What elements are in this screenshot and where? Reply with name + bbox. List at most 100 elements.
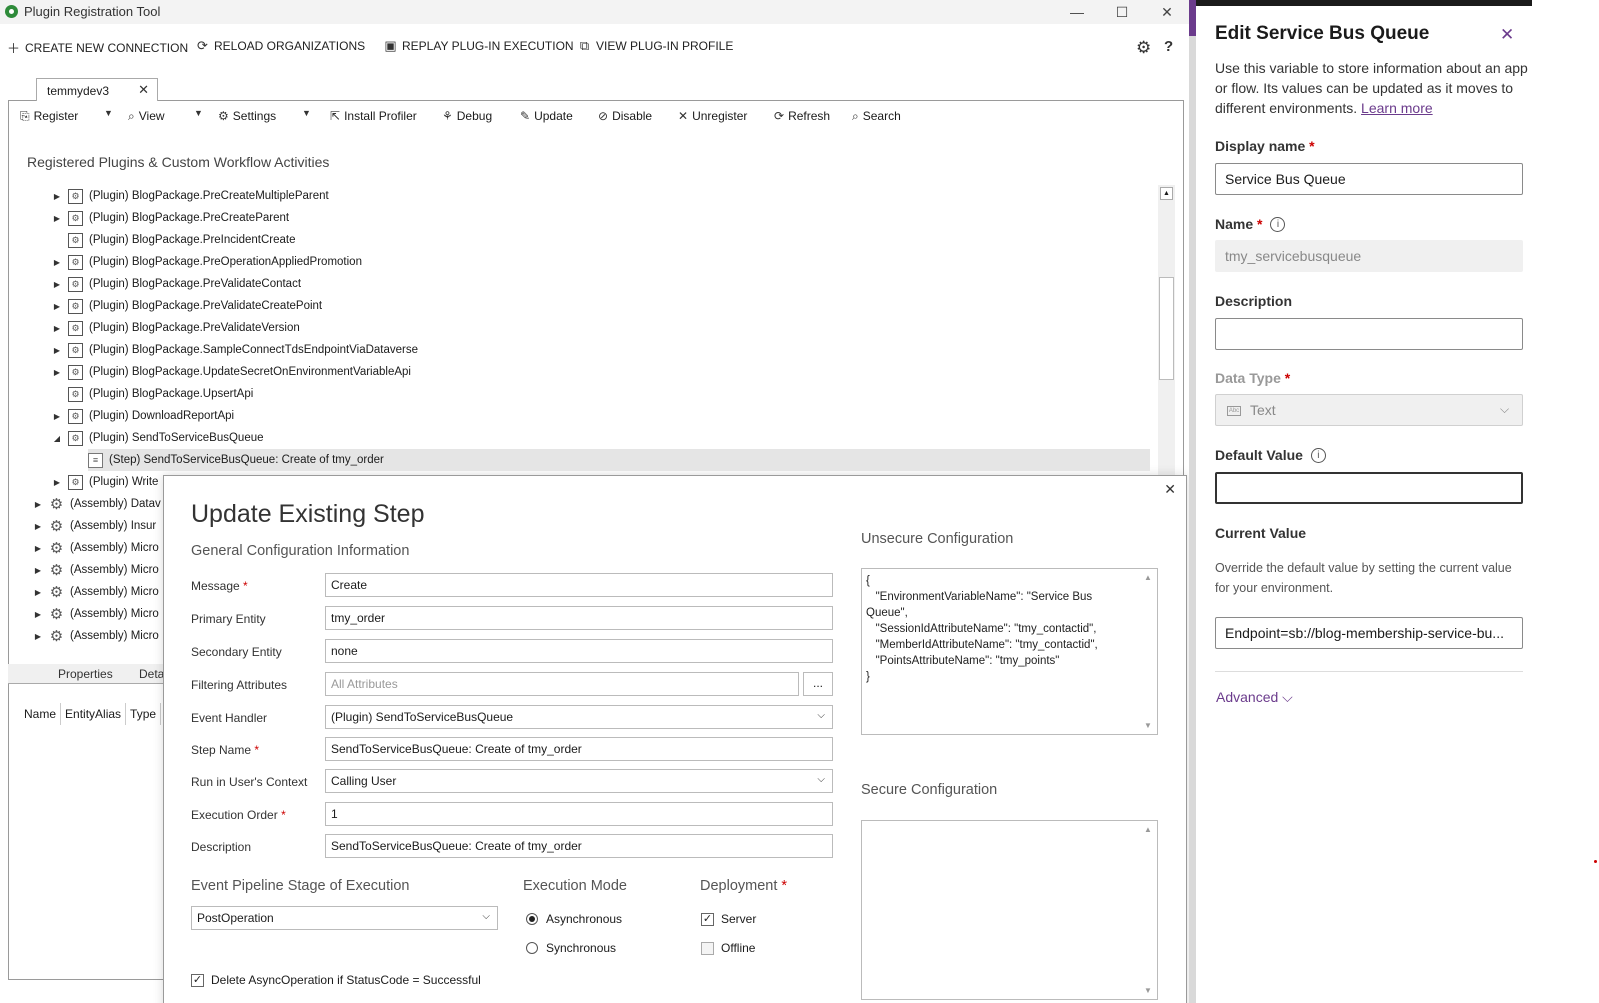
expand-icon[interactable]: ▶ [33,588,43,597]
delete-async-checkbox[interactable]: ✓ Delete AsyncOperation if StatusCode = … [191,973,481,987]
expand-icon[interactable]: ▶ [33,610,43,619]
execution-order-field[interactable]: 1 [325,802,833,826]
filtering-attributes-button[interactable]: ... [803,672,833,696]
scroll-up-icon[interactable]: ▲ [1144,825,1152,834]
column-entityalias[interactable]: EntityAlias [61,703,127,725]
expand-icon[interactable]: ▶ [52,346,62,355]
expand-icon[interactable]: ▶ [52,368,62,377]
advanced-toggle[interactable]: Advanced ⌵ [1216,689,1293,706]
radio-synchronous[interactable]: Synchronous [526,941,616,955]
unregister-button[interactable]: ✕ Unregister [678,106,747,126]
display-name-input[interactable]: Service Bus Queue [1215,163,1523,195]
step-name-field[interactable]: SendToServiceBusQueue: Create of tmy_ord… [325,737,833,761]
view-dropdown-icon[interactable]: ▼ [194,108,203,118]
expand-icon[interactable]: ▶ [52,214,62,223]
learn-more-link[interactable]: Learn more [1361,100,1433,116]
unsecure-config-textarea[interactable]: { "EnvironmentVariableName": "Service Bu… [861,568,1158,735]
maximize-button[interactable]: ☐ [1111,2,1133,22]
primary-entity-field[interactable]: tmy_order [325,606,833,630]
create-connection-button[interactable]: ＋ CREATE NEW CONNECTION [7,38,188,57]
secure-config-textarea[interactable]: ▲ ▼ [861,820,1158,1000]
expand-icon[interactable]: ▶ [33,522,43,531]
tree-plugin-row[interactable]: ⚙ (Plugin) BlogPackage.PreIncidentCreate [52,229,295,251]
scroll-down-icon[interactable]: ▼ [1144,721,1152,730]
tree-plugin-row[interactable]: ▶ ⚙ (Plugin) BlogPackage.UpdateSecretOnEnv… [52,361,411,383]
tree-plugin-row[interactable]: ▶ ⚙ (Plugin) BlogPackage.PreValidateVersio… [52,317,300,339]
close-icon[interactable]: ✕ [1500,25,1514,45]
description-input[interactable] [1215,318,1523,350]
tree-plugin-row[interactable]: ⚙ (Plugin) BlogPackage.UpsertApi [52,383,253,405]
expand-icon[interactable]: ▶ [52,324,62,333]
tree-step-row[interactable]: ≡ (Step) SendToServiceBusQueue: Create of… [88,449,1150,471]
tree-plugin-row[interactable]: ▶ ⚙ (Plugin) DownloadReportApi [52,405,234,427]
settings-button[interactable]: ⚙ Settings [218,106,276,126]
scroll-down-icon[interactable]: ▼ [1144,986,1152,995]
info-icon[interactable]: i [1310,448,1326,463]
column-type[interactable]: Type [126,703,162,725]
pipeline-stage-select[interactable]: PostOperation ⌵ [191,906,498,930]
default-value-input[interactable] [1215,472,1523,504]
secure-config-scrollbar[interactable]: ▲ ▼ [1140,821,1157,999]
expand-icon[interactable]: ▶ [52,302,62,311]
expand-icon[interactable]: ▶ [33,566,43,575]
search-button[interactable]: ⌕ Search [852,106,901,126]
register-button[interactable]: ⎘ Register [20,106,78,126]
expand-icon[interactable]: ▶ [52,192,62,201]
replay-execution-button[interactable]: ▣ REPLAY PLUG-IN EXECUTION [384,38,573,54]
column-name[interactable]: Name [20,703,62,725]
filtering-attributes-field[interactable]: All Attributes [325,672,799,696]
expand-icon[interactable]: ▶ [52,478,62,487]
help-icon[interactable]: ? [1164,38,1173,55]
debug-button[interactable]: ⚘ Debug [442,106,492,126]
tab-details[interactable]: Deta [139,667,164,681]
scroll-up-icon[interactable]: ▲ [1160,187,1173,200]
info-icon[interactable]: i [1270,217,1286,232]
disable-button[interactable]: ⊘ Disable [598,106,652,126]
minimize-button[interactable]: — [1066,2,1088,22]
tree-plugin-row[interactable]: ▶ ⚙ (Plugin) BlogPackage.PreOperationAppli… [52,251,362,273]
view-button[interactable]: ⌕ View [128,106,165,126]
expand-icon[interactable]: ▶ [33,632,43,641]
event-handler-select[interactable]: (Plugin) SendToServiceBusQueue ⌵ [325,705,833,729]
radio-asynchronous[interactable]: Asynchronous [526,912,622,926]
tree-plugin-row[interactable]: ▶ ⚙ (Plugin) BlogPackage.PreCreateMultiple… [52,185,329,207]
secondary-entity-field[interactable]: none [325,639,833,663]
current-value-input[interactable]: Endpoint=sb://blog-membership-service-bu… [1215,617,1523,649]
expand-icon[interactable]: ▶ [52,280,62,289]
reload-organizations-button[interactable]: ⟳ RELOAD ORGANIZATIONS [196,38,365,54]
tab-properties[interactable]: Properties [58,667,113,681]
server-checkbox[interactable]: ✓ Server [701,912,756,926]
tree-assembly-row[interactable]: ▶ ⚙ (Assembly) Micro [33,559,159,581]
close-icon[interactable]: ✕ [138,82,149,98]
tree-plugin-row[interactable]: ▶ ⚙ (Plugin) BlogPackage.SampleConnectTdsE… [52,339,418,361]
tree-assembly-row[interactable]: ▶ ⚙ (Assembly) Micro [33,581,159,603]
expand-icon[interactable]: ▶ [52,258,62,267]
close-window-button[interactable]: ✕ [1156,2,1178,22]
refresh-button[interactable]: ⟳ Refresh [774,106,830,126]
scroll-up-icon[interactable]: ▲ [1144,573,1152,582]
collapse-icon[interactable]: ◢ [52,434,62,443]
offline-checkbox[interactable]: Offline [701,941,755,955]
tab-temmydev3[interactable]: temmydev3 ✕ [36,78,158,101]
tree-plugin-row[interactable]: ▶ ⚙ (Plugin) BlogPackage.PreCreateParent [52,207,289,229]
tree-plugin-row[interactable]: ▶ ⚙ (Plugin) Write [52,471,158,493]
unsecure-config-scrollbar[interactable]: ▲ ▼ [1140,569,1157,734]
update-button[interactable]: ✎ Update [520,106,573,126]
dialog-close-icon[interactable]: ✕ [1164,481,1176,498]
scrollbar-thumb[interactable] [1159,277,1174,380]
description-field[interactable]: SendToServiceBusQueue: Create of tmy_ord… [325,834,833,858]
expand-icon[interactable]: ▶ [33,544,43,553]
tree-assembly-row[interactable]: ▶ ⚙ (Assembly) Micro [33,537,159,559]
tree-plugin-row[interactable]: ▶ ⚙ (Plugin) BlogPackage.PreValidateCreate… [52,295,322,317]
expand-icon[interactable]: ▶ [33,500,43,509]
expand-icon[interactable]: ▶ [52,412,62,421]
tree-plugin-row[interactable]: ◢ ⚙ (Plugin) SendToServiceBusQueue [52,427,264,449]
run-context-select[interactable]: Calling User ⌵ [325,769,833,793]
settings-dropdown-icon[interactable]: ▼ [302,108,311,118]
tree-assembly-row[interactable]: ▶ ⚙ (Assembly) Micro [33,625,159,647]
tree-assembly-row[interactable]: ▶ ⚙ (Assembly) Micro [33,603,159,625]
install-profiler-button[interactable]: ⇱ Install Profiler [330,106,417,126]
message-field[interactable]: Create [325,573,833,597]
tree-assembly-row[interactable]: ▶ ⚙ (Assembly) Datav [33,493,161,515]
tree-plugin-row[interactable]: ▶ ⚙ (Plugin) BlogPackage.PreValidateContac… [52,273,301,295]
